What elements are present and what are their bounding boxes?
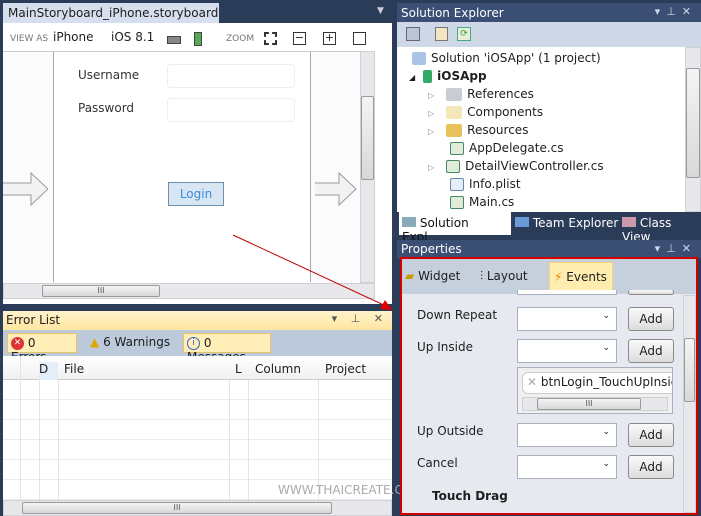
connector-arrow xyxy=(232,234,392,310)
